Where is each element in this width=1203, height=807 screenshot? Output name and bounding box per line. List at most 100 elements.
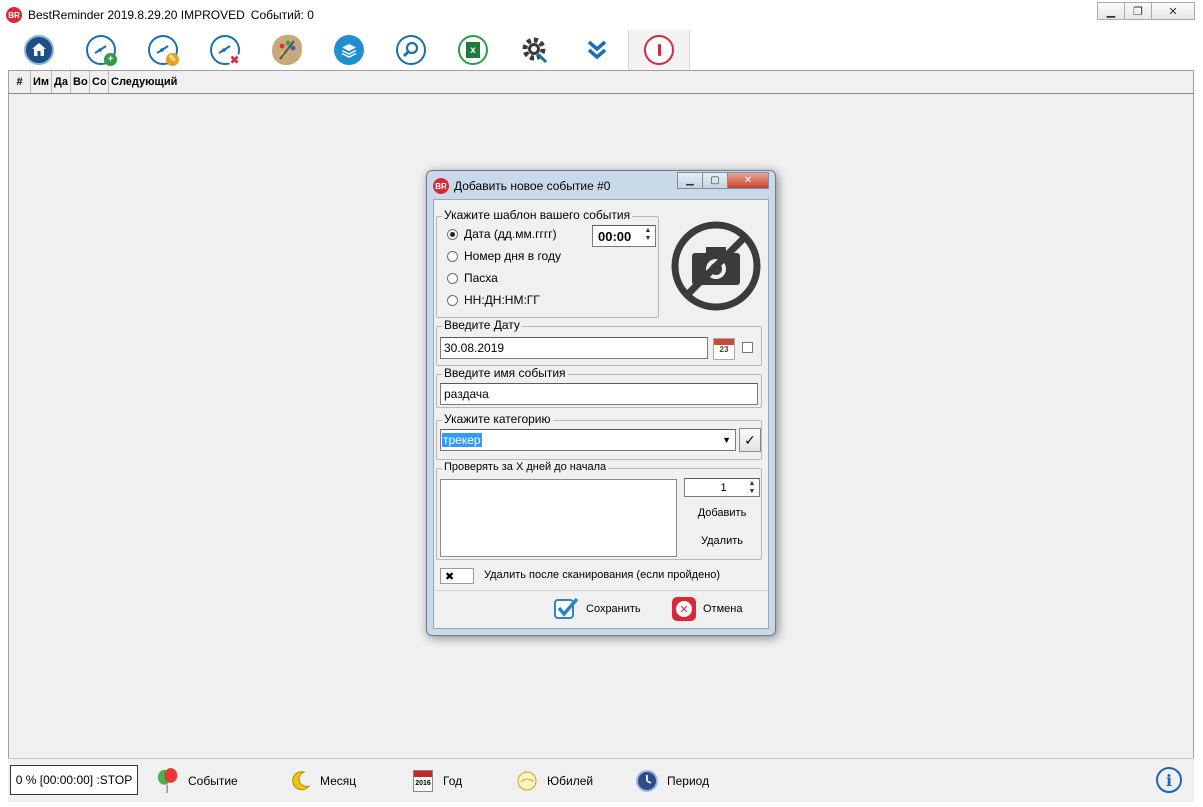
days-input[interactable]: 1 ▲ ▼ bbox=[684, 478, 760, 497]
power-button[interactable] bbox=[628, 30, 690, 70]
template-group-legend: Укажите шаблон вашего события bbox=[442, 208, 633, 222]
palette-icon bbox=[272, 35, 302, 65]
moon-icon bbox=[288, 769, 312, 793]
dialog-minimize-button[interactable]: ▁ bbox=[677, 172, 703, 189]
radio-day-of-year-indicator[interactable] bbox=[447, 250, 458, 262]
progress-status: 0 % [00:00:00] :STOP bbox=[10, 765, 138, 795]
radio-date-label: Дата (дд.мм.гггг) bbox=[464, 227, 557, 241]
check-days-group: Проверять за X дней до начала 1 ▲ ▼ Добав… bbox=[436, 461, 762, 560]
time-input[interactable]: 00:00 ▲ ▼ bbox=[592, 225, 656, 247]
power-icon bbox=[644, 35, 674, 65]
template-group: Укажите шаблон вашего события Дата (дд.м… bbox=[436, 208, 659, 318]
expand-button[interactable] bbox=[566, 30, 628, 70]
home-button[interactable] bbox=[8, 30, 70, 70]
minimize-icon: ▁ bbox=[686, 175, 694, 186]
delete-after-scan-checkbox[interactable]: ✖ bbox=[440, 568, 474, 584]
jubilee-filter-button[interactable]: Юбилей bbox=[515, 767, 593, 795]
settings-button[interactable] bbox=[504, 30, 566, 70]
edit-event-button[interactable]: ✎ bbox=[132, 30, 194, 70]
check-icon: ✓ bbox=[744, 431, 756, 448]
delete-event-button[interactable]: ✖ bbox=[194, 30, 256, 70]
main-titlebar: BR BestReminder 2019.8.29.20 IMPROVED Со… bbox=[0, 0, 1203, 30]
category-group-legend: Укажите категорию bbox=[442, 412, 553, 426]
dialog-maximize-button[interactable]: ▢ bbox=[702, 172, 728, 189]
radio-weekday-pattern-label: НН:ДН:НМ:ГГ bbox=[464, 293, 540, 307]
column-header-age[interactable]: Во bbox=[71, 71, 90, 93]
window-title: BestReminder 2019.8.29.20 IMPROVED bbox=[28, 8, 245, 22]
maximize-icon: ▢ bbox=[710, 175, 720, 186]
checkbox-x-icon: ✖ bbox=[445, 570, 455, 583]
event-filter-label: Событие bbox=[188, 774, 238, 788]
category-select[interactable]: трекер ▼ bbox=[440, 429, 736, 451]
period-filter-label: Период bbox=[667, 774, 710, 788]
event-name-value: раздача bbox=[444, 387, 489, 401]
category-group: Укажите категорию трекер ▼ ✓ bbox=[436, 412, 762, 460]
days-list[interactable] bbox=[440, 479, 677, 557]
period-filter-button[interactable]: Период bbox=[635, 767, 709, 795]
maximize-icon: ❐ bbox=[1133, 5, 1143, 18]
category-confirm-button[interactable]: ✓ bbox=[739, 428, 761, 452]
dialog-titlebar: BR Добавить новое событие #0 bbox=[433, 177, 610, 195]
add-event-button[interactable]: + bbox=[70, 30, 132, 70]
year-filter-button[interactable]: 2016 Год bbox=[411, 767, 462, 795]
chevron-down-icon[interactable]: ▼ bbox=[722, 435, 731, 445]
radio-weekday-pattern[interactable]: НН:ДН:НМ:ГГ bbox=[447, 293, 540, 307]
cancel-label: Отмена bbox=[703, 603, 743, 615]
remove-days-button[interactable]: Удалить bbox=[684, 531, 760, 551]
clock-icon bbox=[635, 769, 659, 793]
dialog-body: Укажите шаблон вашего события Дата (дд.м… bbox=[433, 199, 769, 629]
minimize-button[interactable]: ▁ bbox=[1097, 2, 1125, 20]
column-header-next[interactable]: Следующий bbox=[109, 71, 209, 93]
balloon-icon bbox=[156, 768, 180, 793]
jubilee-filter-label: Юбилей bbox=[547, 774, 594, 788]
radio-easter-label: Пасха bbox=[464, 271, 498, 285]
calendar-icon: 23 bbox=[714, 339, 734, 359]
close-icon: ✕ bbox=[743, 175, 753, 186]
save-check-icon bbox=[554, 597, 579, 619]
column-header-event[interactable]: Со bbox=[90, 71, 109, 93]
add-days-button[interactable]: Добавить bbox=[684, 503, 760, 523]
minimize-icon: ▁ bbox=[1106, 5, 1116, 18]
layers-button[interactable] bbox=[318, 30, 380, 70]
event-filter-button[interactable]: Событие bbox=[156, 767, 238, 795]
close-button[interactable]: ✕ bbox=[1151, 2, 1195, 20]
radio-easter-indicator[interactable] bbox=[447, 272, 458, 284]
maximize-button[interactable]: ❐ bbox=[1124, 2, 1152, 20]
check-days-legend: Проверять за X дней до начала bbox=[442, 461, 609, 473]
excel-export-button[interactable]: x bbox=[442, 30, 504, 70]
column-header-number[interactable]: # bbox=[9, 71, 31, 93]
toolbar: + ✎ ✖ x bbox=[8, 30, 1194, 70]
column-header-name[interactable]: Им bbox=[31, 71, 52, 93]
add-event-dialog: BR Добавить новое событие #0 ▁ ▢ ✕ Укажи… bbox=[426, 170, 776, 636]
column-header-date[interactable]: Да bbox=[52, 71, 71, 93]
radio-date[interactable]: Дата (дд.мм.гггг) bbox=[447, 227, 557, 241]
month-filter-button[interactable]: Месяц bbox=[288, 767, 356, 795]
edit-event-icon: ✎ bbox=[148, 35, 179, 66]
cancel-button[interactable]: ✕ Отмена bbox=[672, 594, 742, 624]
statusbar: 0 % [00:00:00] :STOP Событие Месяц 2016 … bbox=[8, 758, 1194, 802]
days-spinner[interactable]: ▲ ▼ bbox=[747, 480, 757, 496]
event-name-input[interactable]: раздача bbox=[440, 383, 758, 405]
days-value: 1 bbox=[720, 481, 727, 494]
date-input[interactable]: 30.08.2019 bbox=[440, 337, 708, 359]
calendar-button[interactable]: 23 bbox=[713, 338, 735, 360]
radio-day-of-year[interactable]: Номер дня в году bbox=[447, 249, 561, 263]
calendar-year-icon: 2016 bbox=[411, 769, 435, 793]
radio-date-indicator[interactable] bbox=[447, 228, 458, 240]
palette-button[interactable] bbox=[256, 30, 318, 70]
no-photo-icon[interactable] bbox=[670, 220, 762, 312]
date-checkbox[interactable] bbox=[742, 342, 753, 353]
radio-easter[interactable]: Пасха bbox=[447, 271, 498, 285]
time-value: 00:00 bbox=[598, 228, 632, 244]
delete-after-scan-label: Удалить после сканирования (если пройден… bbox=[484, 569, 721, 581]
save-button[interactable]: Сохранить bbox=[552, 594, 641, 624]
search-button[interactable] bbox=[380, 30, 442, 70]
dialog-close-button[interactable]: ✕ bbox=[727, 172, 769, 189]
events-grid-header: # Им Да Во Со Следующий bbox=[8, 70, 1194, 94]
home-icon bbox=[24, 35, 54, 65]
radio-weekday-pattern-indicator[interactable] bbox=[447, 294, 458, 306]
time-spinner[interactable]: ▲ ▼ bbox=[643, 227, 653, 245]
info-button[interactable]: i bbox=[1156, 767, 1182, 793]
dialog-title: Добавить новое событие #0 bbox=[454, 179, 611, 193]
name-group: Введите имя события раздача bbox=[436, 366, 762, 408]
